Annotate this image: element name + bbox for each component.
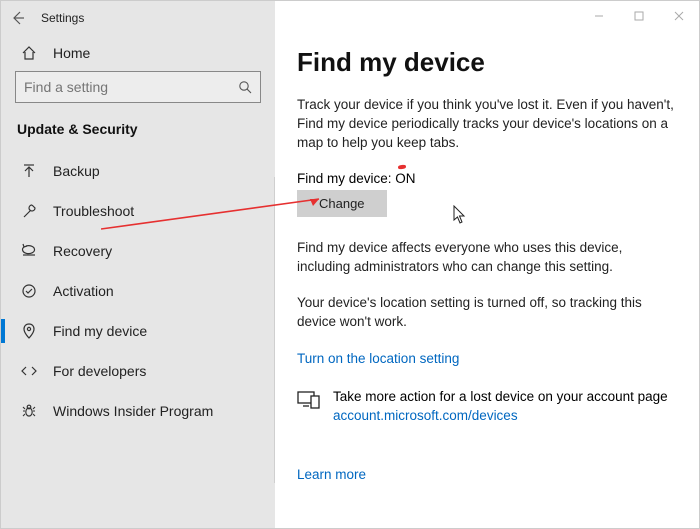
nav-troubleshoot[interactable]: Troubleshoot bbox=[1, 191, 275, 231]
body-text-1: Find my device affects everyone who uses… bbox=[297, 239, 675, 277]
search-icon bbox=[238, 80, 252, 94]
change-button[interactable]: Change bbox=[297, 190, 387, 217]
main: Find my device Track your device if you … bbox=[275, 1, 699, 528]
nav-backup[interactable]: Backup bbox=[1, 151, 275, 191]
learn-more-link[interactable]: Learn more bbox=[297, 467, 366, 482]
nav-developers[interactable]: For developers bbox=[1, 351, 275, 391]
nav-label: Backup bbox=[53, 163, 100, 179]
search-input[interactable] bbox=[24, 79, 238, 95]
nav-label: Windows Insider Program bbox=[53, 403, 213, 419]
search-wrap bbox=[1, 71, 275, 115]
sidebar-category: Update & Security bbox=[1, 115, 275, 151]
account-devices-link[interactable]: account.microsoft.com/devices bbox=[333, 408, 518, 423]
settings-window: Settings Home Update & Security Backu bbox=[0, 0, 700, 529]
nav-label: Troubleshoot bbox=[53, 203, 134, 219]
nav-label: Find my device bbox=[53, 323, 147, 339]
close-button[interactable] bbox=[659, 1, 699, 31]
turn-on-location-link[interactable]: Turn on the location setting bbox=[297, 351, 459, 366]
nav-list: Backup Troubleshoot Recovery Activation bbox=[1, 151, 275, 431]
nav-recovery[interactable]: Recovery bbox=[1, 231, 275, 271]
window-controls bbox=[579, 1, 699, 31]
home-nav[interactable]: Home bbox=[1, 35, 275, 71]
recovery-icon bbox=[19, 243, 39, 259]
home-icon bbox=[19, 45, 39, 61]
window-title: Settings bbox=[41, 11, 84, 25]
content: Find my device Track your device if you … bbox=[275, 1, 699, 484]
minimize-button[interactable] bbox=[579, 1, 619, 31]
bug-icon bbox=[19, 403, 39, 419]
page-title: Find my device bbox=[297, 47, 675, 78]
wrench-icon bbox=[19, 203, 39, 219]
status-line: Find my device: ON bbox=[297, 171, 675, 186]
body-text-2: Your device's location setting is turned… bbox=[297, 294, 675, 332]
action-row: Take more action for a lost device on yo… bbox=[297, 388, 675, 426]
nav-label: Activation bbox=[53, 283, 114, 299]
sidebar: Settings Home Update & Security Backu bbox=[1, 1, 275, 528]
nav-insider[interactable]: Windows Insider Program bbox=[1, 391, 275, 431]
nav-find-my-device[interactable]: Find my device bbox=[1, 311, 275, 351]
action-text: Take more action for a lost device on yo… bbox=[333, 389, 668, 404]
location-icon bbox=[19, 323, 39, 339]
backup-icon bbox=[19, 163, 39, 179]
page-desc: Track your device if you think you've lo… bbox=[297, 96, 675, 153]
titlebar: Settings bbox=[1, 1, 275, 35]
back-button[interactable] bbox=[1, 1, 35, 35]
nav-label: For developers bbox=[53, 363, 146, 379]
maximize-button[interactable] bbox=[619, 1, 659, 31]
code-icon bbox=[19, 363, 39, 379]
nav-activation[interactable]: Activation bbox=[1, 271, 275, 311]
nav-label: Recovery bbox=[53, 243, 112, 259]
search-box[interactable] bbox=[15, 71, 261, 103]
check-circle-icon bbox=[19, 283, 39, 299]
devices-icon bbox=[297, 389, 323, 409]
home-label: Home bbox=[53, 45, 90, 61]
